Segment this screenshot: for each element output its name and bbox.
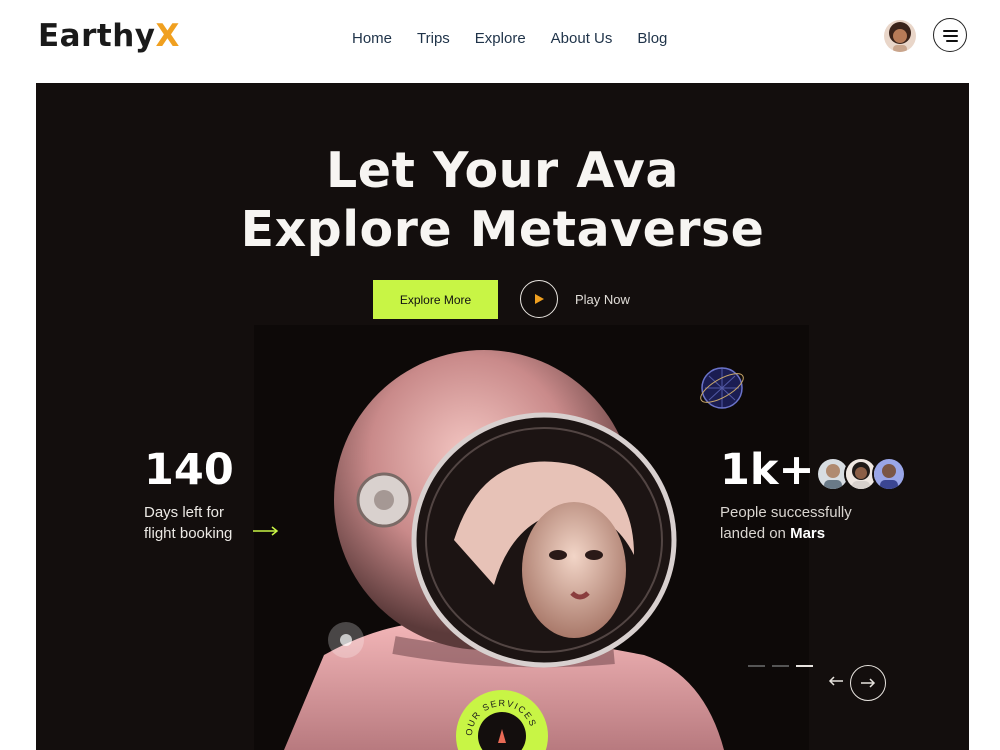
nav-item-trips[interactable]: Trips xyxy=(417,30,450,47)
explore-more-button[interactable]: Explore More xyxy=(373,280,498,319)
hero-title-line-2: Explore Metaverse xyxy=(240,201,765,258)
people-landed-label: People successfully landed on Mars xyxy=(720,502,852,544)
play-button[interactable] xyxy=(520,280,558,318)
people-landed-prefix: landed on xyxy=(720,525,791,542)
people-landed-destination: Mars xyxy=(790,525,826,542)
hero-title: Let Your Ava Explore Metaverse xyxy=(36,141,969,259)
play-now-label: Play Now xyxy=(575,291,630,307)
user-avatar[interactable] xyxy=(884,20,916,52)
hero-title-line-1: Let Your Ava xyxy=(326,142,679,199)
days-left-line-1: Days left for xyxy=(144,504,225,521)
person-avatar xyxy=(872,457,906,491)
next-slide-button[interactable] xyxy=(850,665,886,701)
slider-dot[interactable] xyxy=(748,665,765,667)
people-avatars xyxy=(816,457,906,491)
people-landed-stat: 1k+ People successfully landed on Mars xyxy=(720,445,906,544)
brand-accent-letter: X xyxy=(155,18,180,54)
slider-dot-active[interactable] xyxy=(796,665,813,667)
planet-icon xyxy=(700,367,744,409)
days-left-label: Days left for flight booking xyxy=(144,502,234,544)
hero-section: Let Your Ava Explore Metaverse Explore M… xyxy=(36,83,969,750)
people-landed-line-1: People successfully xyxy=(720,504,852,521)
arrow-left-icon[interactable] xyxy=(828,675,844,687)
days-left-line-2: flight booking xyxy=(144,525,233,542)
menu-button[interactable] xyxy=(933,18,967,52)
slider-pagination xyxy=(748,665,813,667)
nav-item-about-us[interactable]: About Us xyxy=(551,30,613,47)
people-landed-line-2: landed on Mars xyxy=(720,523,852,544)
slider-dot[interactable] xyxy=(772,665,789,667)
nav-item-explore[interactable]: Explore xyxy=(475,30,526,47)
brand-logo[interactable]: EarthyX xyxy=(38,18,180,54)
brand-name: Earthy xyxy=(38,18,156,54)
play-now-group[interactable]: Play Now xyxy=(520,280,630,318)
nav-item-blog[interactable]: Blog xyxy=(637,30,667,47)
our-services-badge[interactable]: OUR SERVICES xyxy=(455,689,549,750)
arrow-right-icon xyxy=(861,678,876,688)
days-left-stat: 140 Days left for flight booking xyxy=(144,445,279,544)
play-icon xyxy=(535,294,544,304)
main-nav: Home Trips Explore About Us Blog xyxy=(352,30,667,47)
days-left-number: 140 xyxy=(144,445,234,495)
arrow-right-icon[interactable] xyxy=(253,526,279,536)
nav-item-home[interactable]: Home xyxy=(352,30,392,47)
